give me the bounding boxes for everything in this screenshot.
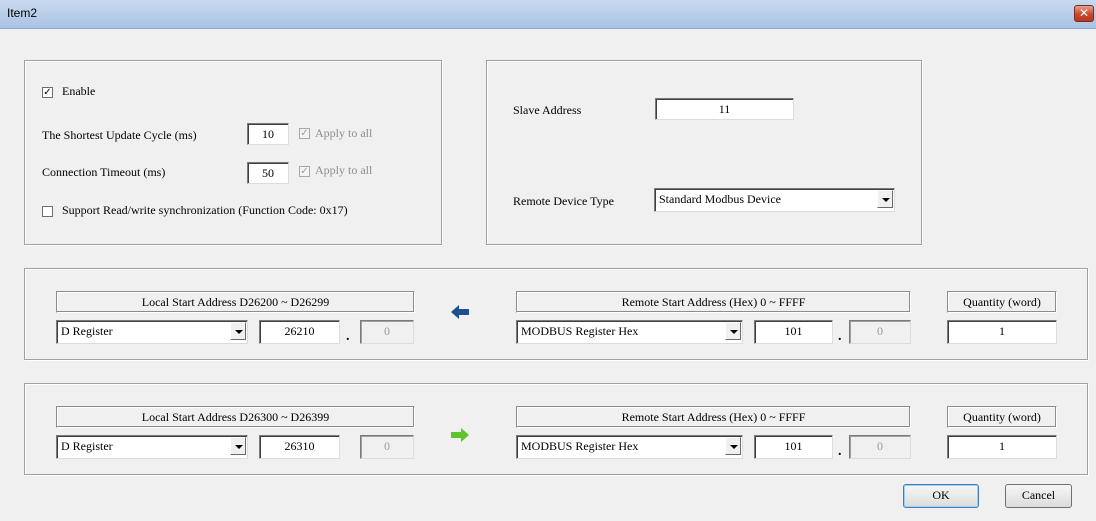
cancel-button[interactable]: Cancel — [1005, 484, 1072, 508]
chevron-down-icon[interactable] — [230, 437, 246, 455]
remote-address-header: Remote Start Address (Hex) 0 ~ FFFF — [516, 406, 911, 428]
remote-type-select-1[interactable]: MODBUS Register Hex — [516, 320, 743, 344]
decimal-dot: . — [838, 444, 842, 459]
update-cycle-label: The Shortest Update Cycle (ms) — [42, 128, 197, 142]
mapping-group-read: Local Start Address D26200 ~ D26299 D Re… — [24, 268, 1088, 360]
chevron-down-icon[interactable] — [725, 322, 741, 340]
remote-bit-input[interactable]: 0 — [849, 435, 911, 459]
slave-address-input[interactable]: 11 — [655, 98, 794, 120]
local-type-value: D Register — [61, 324, 113, 338]
local-address-input[interactable]: 26310 — [259, 435, 340, 459]
mapping-group-write: Local Start Address D26300 ~ D26399 D Re… — [24, 383, 1088, 475]
chevron-down-icon[interactable] — [230, 322, 246, 340]
slave-address-label: Slave Address — [513, 103, 582, 117]
quantity-header: Quantity (word) — [947, 406, 1057, 428]
remote-type-value: Standard Modbus Device — [659, 192, 781, 206]
local-address-input[interactable]: 26210 — [259, 320, 340, 344]
enable-checkbox[interactable]: ✓ — [42, 87, 53, 98]
apply-all-checkbox-2[interactable]: ✓ — [299, 166, 310, 177]
close-icon[interactable]: ✕ — [1074, 5, 1094, 22]
local-type-value: D Register — [61, 439, 113, 453]
remote-address-input[interactable]: 101 — [754, 320, 833, 344]
quantity-input[interactable]: 1 — [947, 435, 1057, 459]
sync-checkbox[interactable] — [42, 206, 53, 217]
remote-type-select-2[interactable]: MODBUS Register Hex — [516, 435, 743, 459]
decimal-dot: . — [838, 329, 842, 344]
arrow-left-icon — [451, 305, 469, 319]
update-cycle-input[interactable]: 10 — [247, 123, 289, 145]
remote-address-input[interactable]: 101 — [754, 435, 833, 459]
slave-settings-group: Slave Address 11 Remote Device Type Stan… — [486, 60, 922, 245]
sync-label: Support Read/write synchronization (Func… — [62, 203, 348, 217]
general-settings-group: ✓ Enable The Shortest Update Cycle (ms) … — [24, 60, 442, 245]
remote-register-type-value: MODBUS Register Hex — [521, 439, 639, 453]
remote-bit-input[interactable]: 0 — [849, 320, 911, 344]
enable-label: Enable — [62, 84, 96, 98]
quantity-input[interactable]: 1 — [947, 320, 1057, 344]
timeout-label: Connection Timeout (ms) — [42, 165, 166, 179]
local-type-select[interactable]: D Register — [56, 435, 248, 459]
timeout-input[interactable]: 50 — [247, 162, 289, 184]
chevron-down-icon[interactable] — [725, 437, 741, 455]
ok-button[interactable]: OK — [903, 484, 979, 508]
local-type-select[interactable]: D Register — [56, 320, 248, 344]
title-bar: Item2 ✕ — [0, 0, 1096, 29]
remote-address-header: Remote Start Address (Hex) 0 ~ FFFF — [516, 291, 911, 313]
local-bit-input[interactable]: 0 — [360, 435, 414, 459]
apply-all-label-2: Apply to all — [315, 163, 373, 177]
arrow-right-icon — [451, 428, 469, 442]
quantity-header: Quantity (word) — [947, 291, 1057, 313]
apply-all-checkbox-1[interactable]: ✓ — [299, 128, 310, 139]
local-bit-input[interactable]: 0 — [360, 320, 414, 344]
decimal-dot: . — [346, 329, 350, 344]
remote-type-label: Remote Device Type — [513, 194, 614, 208]
window-title: Item2 — [7, 6, 38, 20]
remote-type-select[interactable]: Standard Modbus Device — [654, 188, 895, 212]
chevron-down-icon[interactable] — [877, 190, 893, 208]
local-address-header: Local Start Address D26200 ~ D26299 — [56, 291, 415, 313]
local-address-header: Local Start Address D26300 ~ D26399 — [56, 406, 415, 428]
remote-register-type-value: MODBUS Register Hex — [521, 324, 639, 338]
apply-all-label-1: Apply to all — [315, 126, 373, 140]
